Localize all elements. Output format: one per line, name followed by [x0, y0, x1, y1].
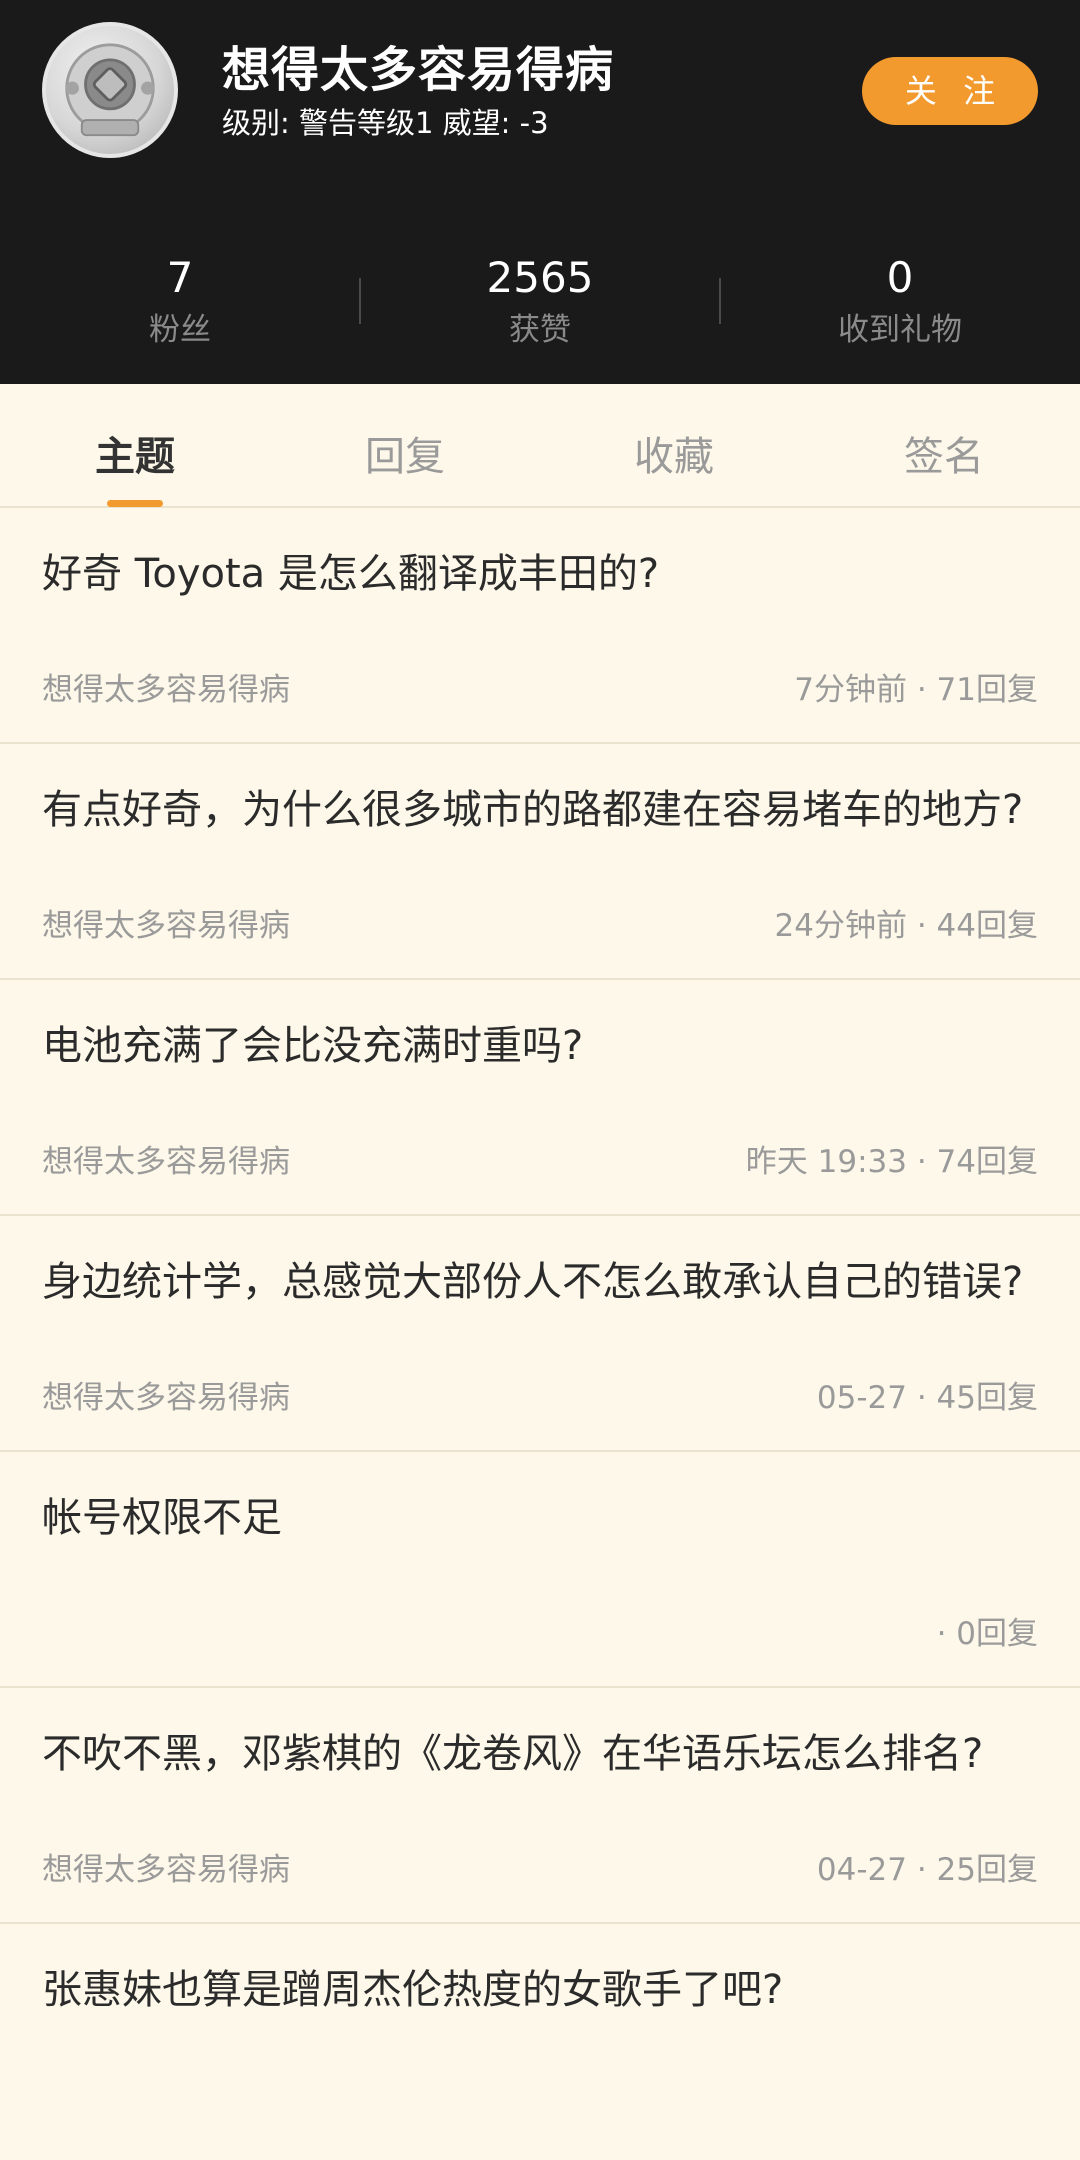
stat-value: 7 — [166, 253, 194, 302]
list-item[interactable]: 帐号权限不足 · 0回复 — [0, 1452, 1080, 1688]
list-item[interactable]: 身边统计学，总感觉大部份人不怎么敢承认自己的错误? 想得太多容易得病 05-27… — [0, 1216, 1080, 1452]
stat-label: 获赞 — [509, 312, 571, 348]
list-item[interactable]: 好奇 Toyota 是怎么翻译成丰田的? 想得太多容易得病 7分钟前 · 71回… — [0, 508, 1080, 744]
post-author: 想得太多容易得病 — [42, 1380, 290, 1416]
active-tab-indicator — [107, 500, 163, 507]
post-title: 不吹不黑，邓紫棋的《龙卷风》在华语乐坛怎么排名? — [42, 1731, 984, 1777]
post-list: 好奇 Toyota 是怎么翻译成丰田的? 想得太多容易得病 7分钟前 · 71回… — [0, 508, 1080, 2160]
post-meta: 24分钟前 · 44回复 — [774, 908, 1038, 944]
tab-replies[interactable]: 回复 — [305, 424, 505, 482]
user-level: 级别: 警告等级1 威望: -3 — [222, 106, 549, 140]
tab-favorites[interactable]: 收藏 — [574, 424, 774, 482]
post-title: 好奇 Toyota 是怎么翻译成丰田的? — [42, 551, 660, 597]
post-author: 想得太多容易得病 — [42, 672, 290, 708]
tab-bar: 主题 回复 收藏 签名 — [0, 384, 1080, 508]
post-author: 想得太多容易得病 — [42, 908, 290, 944]
list-item[interactable]: 电池充满了会比没充满时重吗? 想得太多容易得病 昨天 19:33 · 74回复 — [0, 980, 1080, 1216]
tab-signature[interactable]: 签名 — [844, 424, 1044, 482]
post-title: 帐号权限不足 — [42, 1495, 282, 1541]
stat-value: 0 — [886, 253, 914, 302]
post-title: 电池充满了会比没充满时重吗? — [42, 1023, 584, 1069]
diving-helmet-icon — [65, 43, 155, 137]
post-meta: 05-27 · 45回复 — [816, 1380, 1038, 1416]
list-item[interactable]: 张惠妹也算是蹭周杰伦热度的女歌手了吧? — [0, 1924, 1080, 2160]
post-meta: · 0回复 — [936, 1616, 1038, 1652]
stat-followers[interactable]: 7 粉丝 — [0, 252, 360, 352]
post-meta: 7分钟前 · 71回复 — [794, 672, 1038, 708]
stat-gifts[interactable]: 0 收到礼物 — [720, 252, 1080, 352]
avatar[interactable] — [42, 22, 178, 158]
stat-value: 2565 — [486, 253, 594, 302]
stat-label: 粉丝 — [149, 312, 211, 348]
follow-button[interactable]: 关 注 — [862, 57, 1038, 125]
list-item[interactable]: 有点好奇，为什么很多城市的路都建在容易堵车的地方? 想得太多容易得病 24分钟前… — [0, 744, 1080, 980]
post-title: 身边统计学，总感觉大部份人不怎么敢承认自己的错误? — [42, 1259, 1024, 1305]
stat-likes[interactable]: 2565 获赞 — [360, 252, 720, 352]
post-meta: 昨天 19:33 · 74回复 — [745, 1144, 1038, 1180]
post-author: 想得太多容易得病 — [42, 1852, 290, 1888]
list-item[interactable]: 不吹不黑，邓紫棋的《龙卷风》在华语乐坛怎么排名? 想得太多容易得病 04-27 … — [0, 1688, 1080, 1924]
username: 想得太多容易得病 — [222, 42, 615, 98]
post-meta: 04-27 · 25回复 — [816, 1852, 1038, 1888]
post-title: 张惠妹也算是蹭周杰伦热度的女歌手了吧? — [42, 1967, 784, 2013]
post-author: 想得太多容易得病 — [42, 1144, 290, 1180]
tab-topics[interactable]: 主题 — [35, 424, 235, 482]
stat-label: 收到礼物 — [838, 312, 962, 348]
post-title: 有点好奇，为什么很多城市的路都建在容易堵车的地方? — [42, 787, 1024, 833]
profile-header: 想得太多容易得病 级别: 警告等级1 威望: -3 关 注 7 粉丝 2565 … — [0, 0, 1080, 384]
